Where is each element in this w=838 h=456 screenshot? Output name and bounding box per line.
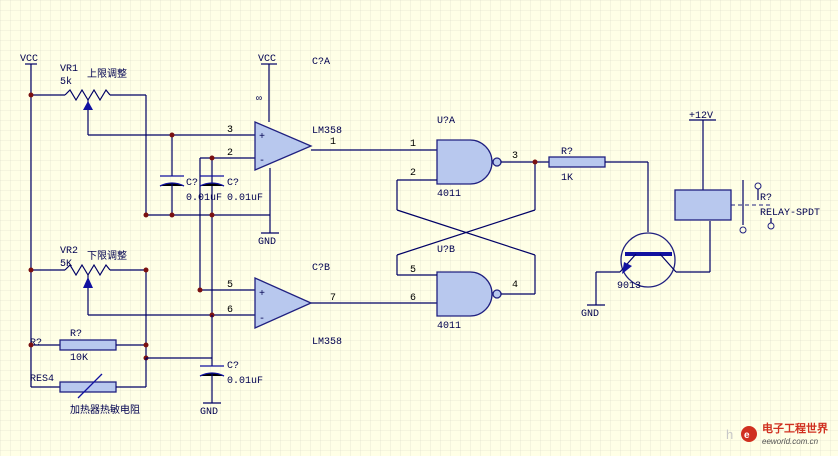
junction-dot: [28, 267, 34, 273]
junction-dot: [169, 132, 175, 138]
heater-label: 加热器热敏电阻: [70, 403, 140, 416]
r1k-label: R?: [561, 147, 573, 158]
junction-dot: [209, 212, 215, 218]
junction-dot: [143, 267, 149, 273]
nand-b-part: 4011: [437, 321, 461, 332]
schematic-svg: VCC VR1 5k 上限调整 C? 0.01uF C? 0.01uF GND: [0, 0, 838, 456]
pin-5-b: 5: [227, 280, 233, 291]
junction-dot: [209, 155, 215, 161]
gnd-label-3: GND: [581, 309, 599, 320]
svg-text:e: e: [744, 430, 750, 441]
vr1-label: VR1: [60, 64, 78, 75]
opamp-a-part: LM358: [312, 126, 342, 137]
nand-b-ref: U?B: [437, 245, 455, 256]
pin-g1: 1: [410, 139, 416, 150]
nand-a-part: 4011: [437, 189, 461, 200]
infinity-label: ∞: [256, 94, 262, 105]
svg-text:电子工程世界: 电子工程世界: [762, 421, 828, 435]
c3-label: C?: [227, 361, 239, 372]
vr2-label: VR2: [60, 246, 78, 257]
schematic-canvas: VCC VR1 5k 上限调整 C? 0.01uF C? 0.01uF GND: [0, 0, 838, 456]
junction-dot: [197, 287, 203, 293]
pin-7-b: 7: [330, 293, 336, 304]
junction-dot: [532, 159, 538, 165]
pin-6-b: 6: [227, 305, 233, 316]
transistor-label: 9013: [617, 281, 641, 292]
junction-dot: [28, 342, 34, 348]
res4-label: RES4: [30, 374, 54, 385]
pin-g5: 5: [410, 265, 416, 276]
thermistor-res4[interactable]: [59, 381, 117, 393]
opamp-b-plus: +: [259, 289, 265, 300]
gnd-label-1: GND: [258, 237, 276, 248]
opamp-b-minus: -: [259, 314, 265, 325]
junction-dot: [143, 342, 149, 348]
relay-coil[interactable]: [674, 189, 732, 221]
r10k-value: 10K: [70, 353, 88, 364]
resistor-10k[interactable]: [59, 339, 117, 351]
junction-dot: [169, 212, 175, 218]
c3-value: 0.01uF: [227, 376, 263, 387]
junction-dot: [28, 92, 34, 98]
pin-g4: 4: [512, 280, 518, 291]
opamp-b-part: LM358: [312, 337, 342, 348]
r1k-value: 1K: [561, 173, 573, 184]
vr2-description: 下限调整: [87, 249, 127, 262]
c2-label: C?: [227, 178, 239, 189]
opamp-b-ref: C?B: [312, 263, 330, 274]
c1-label: C?: [186, 178, 198, 189]
pin-2-a: 2: [227, 148, 233, 159]
pin-3-a: 3: [227, 125, 233, 136]
opamp-a-minus: -: [259, 156, 265, 167]
relay-part: RELAY-SPDT: [760, 208, 820, 219]
pin-g6: 6: [410, 293, 416, 304]
vcc-label-2: VCC: [258, 54, 276, 65]
vr2-value: 5K: [60, 259, 72, 270]
opamp-a-ref: C?A: [312, 57, 330, 68]
relay-ref: R?: [760, 193, 772, 204]
junction-dot: [143, 212, 149, 218]
svg-text:h: h: [726, 427, 733, 442]
c1-value: 0.01uF: [186, 193, 222, 204]
c2-value: 0.01uF: [227, 193, 263, 204]
pin-g2: 2: [410, 168, 416, 179]
r10k-label: R?: [70, 329, 82, 340]
pin-g3: 3: [512, 151, 518, 162]
pin-1-a: 1: [330, 137, 336, 148]
opamp-a-plus: +: [259, 132, 265, 143]
svg-text:eeworld.com.cn: eeworld.com.cn: [762, 437, 819, 446]
vr1-description: 上限调整: [87, 67, 127, 80]
vr1-value: 5k: [60, 76, 72, 88]
nand-a-ref: U?A: [437, 116, 455, 127]
resistor-1k[interactable]: [548, 156, 606, 168]
vcc-label-left: VCC: [20, 54, 38, 65]
gnd-label-2: GND: [200, 407, 218, 418]
